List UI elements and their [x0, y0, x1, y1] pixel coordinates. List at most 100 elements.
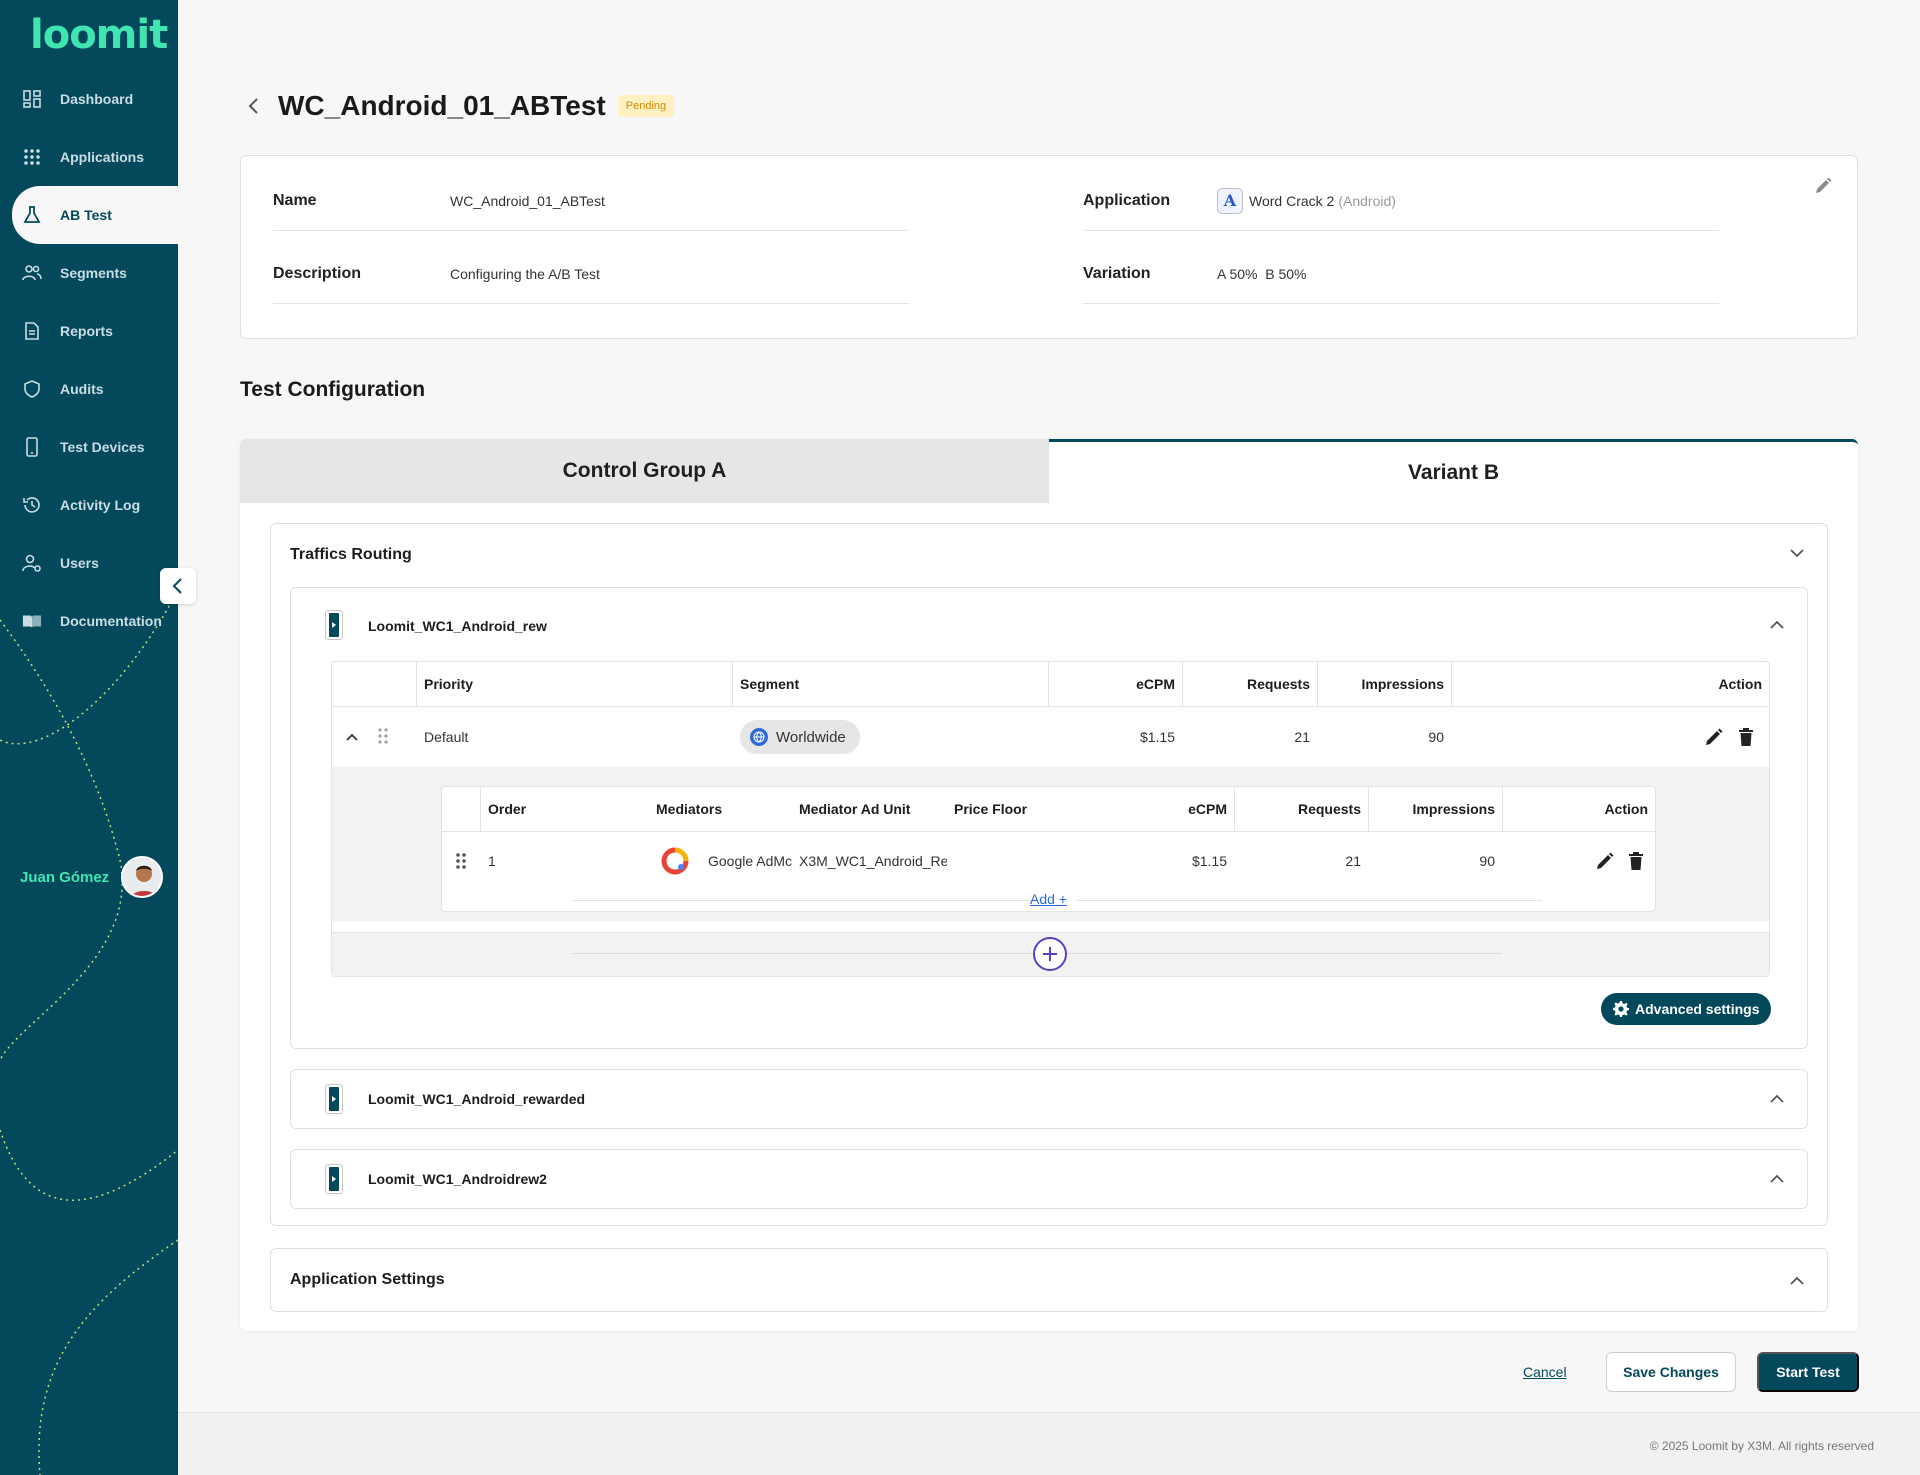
loomit-logo[interactable]: loomit: [30, 12, 168, 58]
ad-unit-panel: Loomit_WC1_Android_rew Priority Segment …: [290, 587, 1808, 1049]
tab-control-group-a[interactable]: Control Group A: [240, 439, 1049, 503]
traffic-routing-title: Traffics Routing: [290, 546, 412, 563]
edit-info-button[interactable]: [1813, 176, 1833, 201]
back-button[interactable]: [244, 96, 264, 116]
plus-icon: [1043, 947, 1057, 961]
sidebar: loomit Dashboard Applications AB Test Se…: [0, 0, 178, 1475]
ad-unit-panel[interactable]: Loomit_WC1_Androidrew2: [290, 1149, 1808, 1209]
segment-table: Priority Segment eCPM Requests Impressio…: [331, 661, 1770, 977]
col-ecpm: eCPM: [1136, 676, 1175, 692]
sidebar-item-label: Documentation: [60, 613, 162, 629]
name-label: Name: [273, 191, 317, 209]
ad-unit-panel[interactable]: Loomit_WC1_Android_rewarded: [290, 1069, 1808, 1129]
sidebar-item-label: Reports: [60, 323, 113, 339]
users-icon: [22, 263, 42, 283]
sidebar-item-dashboard[interactable]: Dashboard: [0, 70, 178, 128]
row-order: 1: [488, 853, 496, 869]
tab-variant-b[interactable]: Variant B: [1049, 439, 1858, 503]
sidebar-item-ab-test[interactable]: AB Test: [12, 186, 178, 244]
pencil-icon: [1597, 852, 1614, 869]
col-price-floor: Price Floor: [954, 801, 1028, 817]
pencil-icon: [1706, 728, 1723, 745]
sidebar-item-users[interactable]: Users: [0, 534, 178, 592]
user-gear-icon: [22, 553, 42, 573]
sidebar-item-label: Activity Log: [60, 497, 141, 513]
info-row-name: Name WC_Android_01_ABTest: [273, 171, 909, 231]
shield-icon: [22, 379, 42, 399]
sidebar-item-label: Test Devices: [60, 439, 145, 455]
application-label: Application: [1083, 191, 1171, 209]
save-changes-button[interactable]: Save Changes: [1606, 1352, 1736, 1392]
mediators-table: Order Mediators Mediator Ad Unit Price F…: [441, 786, 1656, 912]
sidebar-item-reports[interactable]: Reports: [0, 302, 178, 360]
sidebar-item-audits[interactable]: Audits: [0, 360, 178, 418]
sidebar-item-applications[interactable]: Applications: [0, 128, 178, 186]
chevron-up-icon[interactable]: [346, 729, 358, 747]
row-impressions: 90: [1428, 729, 1444, 745]
sidebar-item-label: Applications: [60, 149, 145, 165]
copyright: © 2025 Loomit by X3M. All rights reserve…: [1649, 1439, 1874, 1453]
sidebar-item-activity-log[interactable]: Activity Log: [0, 476, 178, 534]
row-ecpm: $1.15: [1139, 729, 1175, 745]
chevron-up-icon[interactable]: [1789, 1274, 1805, 1292]
flask-icon: [22, 205, 42, 225]
sidebar-item-documentation[interactable]: Documentation: [0, 592, 178, 650]
sidebar-item-label: Audits: [60, 381, 104, 397]
application-value: A Word Crack 2 (Android): [1217, 187, 1396, 214]
book-icon: [22, 611, 42, 631]
ad-unit-name: Loomit_WC1_Androidrew2: [368, 1171, 547, 1187]
chevron-down-icon[interactable]: [1789, 546, 1805, 564]
avatar: [121, 856, 164, 898]
edit-row-button[interactable]: [1704, 727, 1724, 752]
col-action: Action: [1718, 676, 1762, 692]
row-mediator: Google AdMc: [708, 853, 793, 869]
chevron-up-icon[interactable]: [1769, 1172, 1785, 1190]
description-label: Description: [273, 264, 362, 282]
chevron-up-icon[interactable]: [1769, 1092, 1785, 1110]
ad-unit-icon: [325, 1084, 343, 1114]
ad-unit-icon: [325, 1164, 343, 1194]
app-icon: A: [1217, 187, 1243, 214]
advanced-settings-button[interactable]: Advanced settings: [1601, 993, 1772, 1025]
sidebar-item-test-devices[interactable]: Test Devices: [0, 418, 178, 476]
test-configuration: Control Group A Variant B Traffics Routi…: [240, 439, 1858, 1331]
edit-mediator-button[interactable]: [1595, 851, 1615, 876]
sidebar-item-segments[interactable]: Segments: [0, 244, 178, 302]
description-value: Configuring the A/B Test: [450, 265, 600, 282]
row-ecpm: $1.15: [1191, 853, 1227, 869]
application-settings-panel[interactable]: Application Settings: [270, 1248, 1828, 1312]
advanced-settings-label: Advanced settings: [1635, 1001, 1760, 1017]
row-requests: 21: [1345, 853, 1361, 869]
status-badge: Pending: [617, 95, 675, 117]
application-settings-title: Application Settings: [290, 1271, 445, 1288]
col-ecpm: eCPM: [1188, 801, 1227, 817]
info-row-variation: Variation A 50% B 50%: [1083, 244, 1719, 304]
row-requests: 21: [1294, 729, 1310, 745]
drag-handle-icon[interactable]: [378, 727, 388, 750]
col-impressions: Impressions: [1412, 801, 1495, 817]
gear-icon: [1613, 1001, 1629, 1017]
add-mediator-link[interactable]: Add +: [1030, 891, 1067, 907]
footer: © 2025 Loomit by X3M. All rights reserve…: [178, 1412, 1920, 1475]
delete-row-button[interactable]: [1738, 727, 1754, 752]
delete-mediator-button[interactable]: [1628, 851, 1644, 876]
drag-handle-icon[interactable]: [455, 852, 467, 875]
cancel-button[interactable]: Cancel: [1523, 1364, 1567, 1380]
section-title: Test Configuration: [240, 378, 426, 401]
start-test-button[interactable]: Start Test: [1757, 1352, 1859, 1392]
chevron-up-icon[interactable]: [1769, 618, 1785, 636]
col-impressions: Impressions: [1361, 676, 1444, 692]
table-row: Default Worldwide $1.15 21 90: [332, 707, 1769, 767]
col-mediator-ad-unit: Mediator Ad Unit: [799, 801, 911, 817]
add-segment-button[interactable]: [1033, 937, 1067, 971]
variation-label: Variation: [1083, 264, 1151, 282]
ad-unit-name: Loomit_WC1_Android_rew: [368, 618, 547, 634]
sidebar-item-label: AB Test: [60, 207, 112, 223]
user-profile[interactable]: Juan Gómez: [20, 856, 164, 898]
application-name: Word Crack 2: [1249, 192, 1335, 209]
segment-chip[interactable]: Worldwide: [740, 720, 860, 754]
main-content: WC_Android_01_ABTest Pending Name WC_And…: [178, 0, 1920, 1475]
ad-unit-name: Loomit_WC1_Android_rewarded: [368, 1091, 586, 1107]
sidebar-item-label: Dashboard: [60, 91, 134, 107]
info-row-application: Application A Word Crack 2 (Android): [1083, 171, 1719, 231]
